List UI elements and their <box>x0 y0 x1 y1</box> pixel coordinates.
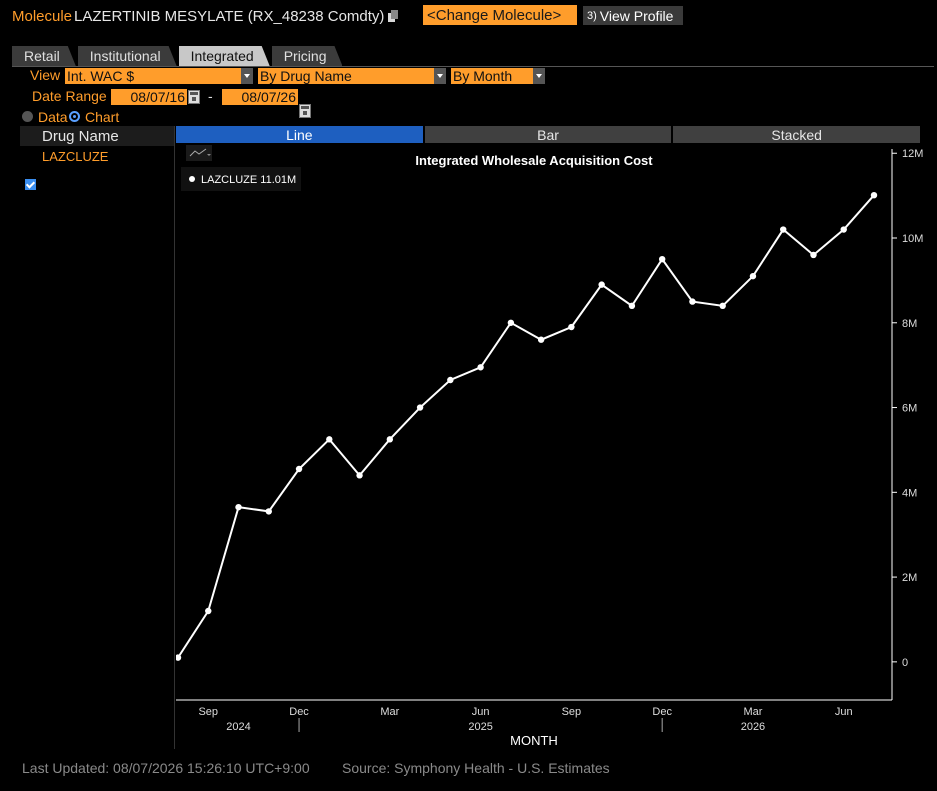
data-point <box>326 436 333 443</box>
data-point <box>205 607 212 615</box>
main-tabs: Retail Institutional Integrated Pricing <box>12 46 344 66</box>
chart-radio-label[interactable]: Chart <box>85 109 119 125</box>
title-bar: Molecule LAZERTINIB MESYLATE (RX_48238 C… <box>12 6 399 26</box>
period-dropdown[interactable]: By Month <box>451 68 545 84</box>
data-point <box>477 364 484 371</box>
profile-button-label: View Profile <box>599 7 674 24</box>
data-point <box>356 472 363 479</box>
x-tick-label: Jun <box>472 706 490 718</box>
series-line <box>177 194 875 659</box>
tab-line[interactable]: Line <box>176 126 423 143</box>
tab-institutional[interactable]: Institutional <box>78 46 177 66</box>
change-molecule-button[interactable]: <Change Molecule> <box>423 5 577 25</box>
x-tick-label: Dec <box>652 706 672 718</box>
data-point <box>537 336 545 343</box>
data-point <box>295 465 303 473</box>
year-label: 2024 <box>226 721 250 733</box>
line-chart: LAZCLUZE 11.01M Integrated Wholesale Acq… <box>174 145 923 748</box>
tab-pricing[interactable]: Pricing <box>272 46 343 66</box>
chevron-down-icon <box>533 68 545 84</box>
tab-retail[interactable]: Retail <box>12 46 76 66</box>
chart-title: Integrated Wholesale Acquisition Cost <box>415 153 653 168</box>
data-point <box>447 376 454 384</box>
data-point <box>810 251 817 259</box>
molecule-prefix: Molecule <box>12 7 73 25</box>
chart-type-menu[interactable] <box>186 145 212 161</box>
y-tick-label: 6M <box>902 403 917 415</box>
x-tick-label: Dec <box>289 706 309 718</box>
y-tick-label: 0 <box>902 657 908 669</box>
chevron-down-icon <box>241 68 253 84</box>
data-point <box>568 323 575 331</box>
data-point <box>235 503 242 511</box>
calendar-icon[interactable] <box>299 104 311 118</box>
last-updated: Last Updated: 08/07/2026 15:26:10 UTC+9:… <box>22 760 310 776</box>
group-dropdown-value: By Drug Name <box>260 68 352 84</box>
legend-label: LAZCLUZE 11.01M <box>201 174 296 186</box>
x-tick-label: Mar <box>380 706 399 718</box>
data-point <box>780 226 787 233</box>
y-tick-label: 12M <box>902 148 923 160</box>
year-label: 2026 <box>741 721 765 733</box>
year-label: 2025 <box>468 721 492 733</box>
data-point <box>870 191 878 199</box>
tab-divider <box>12 66 934 67</box>
date-separator: - <box>208 88 213 104</box>
x-axis-label: MONTH <box>510 733 558 748</box>
x-tick-label: Sep <box>198 706 218 718</box>
data-source: Source: Symphony Health - U.S. Estimates <box>342 760 610 776</box>
data-point <box>840 226 847 233</box>
data-point <box>719 302 726 310</box>
data-point <box>749 272 757 280</box>
view-profile-button[interactable]: 3) View Profile <box>583 6 683 25</box>
calendar-icon[interactable] <box>188 90 200 104</box>
y-tick-label: 8M <box>902 318 917 330</box>
tab-bar[interactable]: Bar <box>424 126 672 143</box>
data-radio[interactable] <box>22 111 33 122</box>
tab-stacked[interactable]: Stacked <box>673 126 921 143</box>
drug-checkbox[interactable] <box>25 179 36 190</box>
data-point <box>416 404 424 411</box>
molecule-title: LAZERTINIB MESYLATE (RX_48238 Comdty) <box>74 7 385 25</box>
chart-area: LAZCLUZE 11.01M Integrated Wholesale Acq… <box>174 143 936 749</box>
x-tick-label: Jun <box>835 706 853 718</box>
data-point <box>265 508 272 515</box>
data-point <box>658 256 666 263</box>
view-dropdown[interactable]: Int. WAC $ <box>65 68 253 84</box>
data-point <box>507 319 515 326</box>
chart-radio[interactable] <box>69 111 80 122</box>
drug-list-panel <box>20 126 175 749</box>
y-tick-label: 2M <box>902 572 917 584</box>
y-tick-label: 10M <box>902 233 923 245</box>
chevron-down-icon <box>434 68 446 84</box>
period-dropdown-value: By Month <box>453 68 513 84</box>
legend-marker <box>189 176 195 182</box>
x-tick-label: Sep <box>562 706 582 718</box>
data-point <box>598 281 605 288</box>
tab-integrated[interactable]: Integrated <box>179 46 270 66</box>
copy-icon[interactable] <box>388 10 399 22</box>
data-point <box>628 302 636 310</box>
date-to-input[interactable]: 08/07/26 <box>222 89 298 105</box>
view-label: View <box>30 67 61 83</box>
chart-type-tabs: Line Bar Stacked <box>176 126 922 143</box>
group-dropdown[interactable]: By Drug Name <box>258 68 446 84</box>
data-radio-label[interactable]: Data <box>38 109 68 125</box>
data-point <box>689 298 696 305</box>
drug-list-item[interactable]: LAZCLUZE <box>42 149 108 164</box>
drug-name-header[interactable]: Drug Name <box>20 126 174 146</box>
data-point <box>386 436 394 443</box>
x-tick-label: Mar <box>743 706 762 718</box>
y-tick-label: 4M <box>902 487 917 499</box>
profile-button-number: 3) <box>587 9 597 22</box>
view-dropdown-value: Int. WAC $ <box>67 68 135 84</box>
date-range-label: Date Range <box>32 88 107 104</box>
date-from-input[interactable]: 08/07/16 <box>111 89 187 105</box>
